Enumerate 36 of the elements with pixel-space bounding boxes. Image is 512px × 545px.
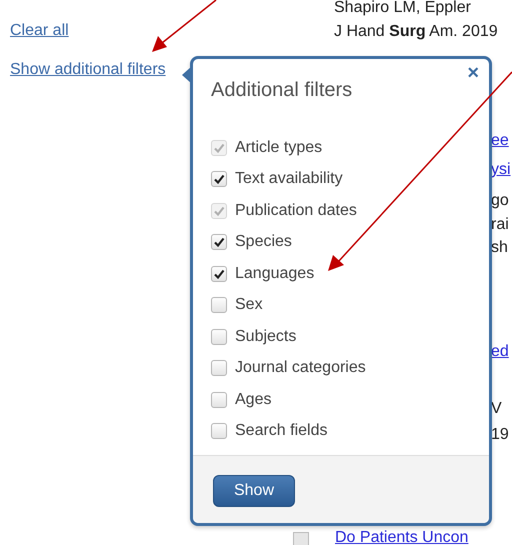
result-title-link[interactable]: Do Patients Uncon [335,529,468,545]
result-text: V [491,400,502,418]
filter-checkbox[interactable] [211,392,227,408]
filter-label: Search fields [235,422,328,440]
show-filters-link[interactable]: Show additional filters [10,61,166,79]
result-title-link[interactable]: ysi [491,161,511,179]
result-text: sh [491,239,508,257]
result-text: go [491,192,509,210]
popup-title: Additional filters [211,79,354,102]
filter-label: Languages [235,264,314,283]
filter-label: Publication dates [235,202,357,220]
result-title-link[interactable]: ee [491,132,509,150]
filter-label: Sex [235,296,263,314]
filter-checkbox[interactable] [211,234,227,250]
filter-checkbox[interactable] [211,266,227,282]
filter-checkbox[interactable] [211,360,227,376]
result-text: 19 [491,426,509,444]
filter-label: Subjects [235,328,296,346]
result-checkbox[interactable] [293,532,309,545]
filter-label: Ages [235,390,272,409]
filter-checkbox[interactable] [211,423,227,440]
citation-journal: J Hand Surg Am. 2019 [334,22,498,42]
filter-checkbox[interactable] [211,328,227,345]
filter-checkbox[interactable] [211,171,227,188]
filter-label: Species [235,233,292,252]
filter-label: Article types [235,138,322,157]
result-text: rai [491,216,509,234]
result-title-link[interactable]: ed [491,343,509,361]
citation-authors: Shapiro LM, Eppler [334,0,472,18]
close-button[interactable]: × [465,63,481,83]
filter-label: Journal categories [235,359,366,378]
filter-checkbox[interactable] [211,297,227,314]
clear-all-link[interactable]: Clear all [10,22,166,40]
filter-label: Text availability [235,170,343,188]
show-button[interactable]: Show [213,475,295,507]
annotation-arrow [152,0,216,52]
